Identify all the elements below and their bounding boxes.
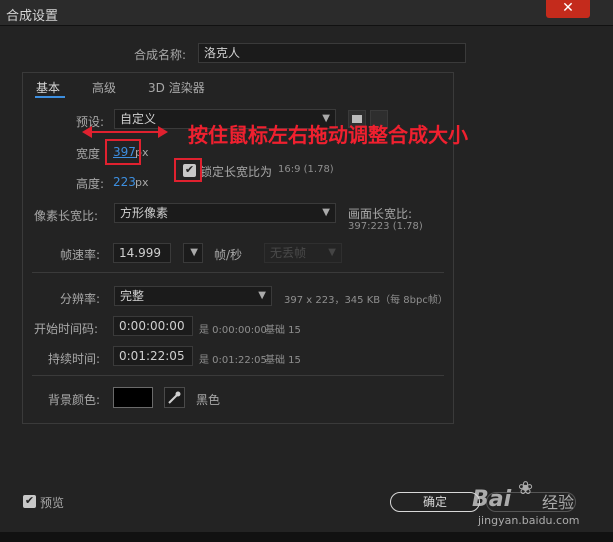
- frame-rate-label: 帧速率:: [60, 248, 101, 262]
- width-label: 宽度: [76, 147, 101, 161]
- divider: [32, 272, 444, 273]
- frame-aspect-label: 画面长宽比:: [348, 207, 413, 221]
- tab-3d-renderer[interactable]: 3D 渲染器: [148, 79, 205, 96]
- title-bar: 合成设置 ✕: [0, 0, 613, 26]
- eyedropper-button[interactable]: [164, 387, 185, 408]
- lock-aspect-label: 锁定长宽比为: [200, 165, 273, 179]
- chevron-down-icon: ▼: [328, 247, 336, 258]
- frame-rate-input[interactable]: 14.999: [113, 243, 171, 263]
- duration-base: 基础 15: [265, 355, 301, 366]
- frame-aspect-value: 397:223 (1.78): [348, 221, 423, 232]
- tab-advanced[interactable]: 高级: [92, 79, 116, 96]
- bg-color-swatch[interactable]: [113, 387, 153, 408]
- pixel-aspect-dropdown[interactable]: 方形像素 ▼: [114, 203, 336, 223]
- start-timecode-input[interactable]: 0:00:00:00: [113, 316, 193, 336]
- duration-label: 持续时间:: [48, 352, 101, 366]
- start-timecode-equals: 是 0:00:00:00: [199, 325, 267, 336]
- arrow-right-icon: [158, 126, 168, 138]
- pixel-aspect-label: 像素长宽比:: [34, 209, 99, 223]
- close-button[interactable]: ✕: [546, 0, 590, 18]
- height-unit: px: [135, 176, 149, 189]
- frame-rate-unit: 帧/秒: [214, 248, 243, 262]
- frame-rate-dropdown[interactable]: ▼: [183, 243, 203, 263]
- arrow-line: [88, 131, 160, 133]
- preview-checkbox[interactable]: ✔: [23, 495, 36, 508]
- watermark-suffix: 经验: [542, 493, 575, 512]
- comp-name-input[interactable]: 洛克人: [198, 43, 466, 63]
- checkbox-highlight-box: [174, 158, 202, 182]
- bg-color-label: 背景颜色:: [48, 393, 101, 407]
- preset-value: 自定义: [120, 112, 157, 126]
- resolution-value: 完整: [120, 289, 145, 303]
- window-title: 合成设置: [6, 9, 59, 24]
- height-value[interactable]: 223: [113, 175, 136, 189]
- resolution-label: 分辨率:: [60, 292, 101, 306]
- ok-button[interactable]: 确定: [390, 492, 480, 512]
- tab-basic[interactable]: 基本: [36, 79, 60, 96]
- chevron-down-icon: ▼: [322, 207, 330, 218]
- watermark-brand: Bai: [472, 487, 512, 512]
- bottom-strip: [0, 532, 613, 542]
- height-label: 高度:: [76, 177, 105, 191]
- start-timecode-label: 开始时间码:: [34, 322, 99, 336]
- watermark-url: jingyan.baidu.com: [478, 514, 580, 527]
- eyedropper-icon: [168, 391, 181, 404]
- divider: [32, 375, 444, 376]
- arrow-left-icon: [82, 126, 92, 138]
- annotation-text: 按住鼠标左右拖动调整合成大小: [188, 123, 468, 147]
- resolution-dropdown[interactable]: 完整 ▼: [114, 286, 272, 306]
- paw-icon: ❀: [518, 478, 534, 499]
- width-highlight-box: [105, 139, 141, 165]
- comp-name-label: 合成名称:: [134, 48, 187, 62]
- duration-equals: 是 0:01:22:05: [199, 355, 267, 366]
- preview-label: 预览: [40, 496, 65, 510]
- drop-frame-dropdown: 无丢帧 ▼: [264, 243, 342, 263]
- bg-color-name: 黑色: [196, 393, 221, 407]
- pixel-aspect-value: 方形像素: [120, 206, 169, 220]
- resolution-info: 397 x 223，345 KB（每 8bpc帧）: [284, 295, 448, 306]
- duration-input[interactable]: 0:01:22:05: [113, 346, 193, 366]
- drop-frame-value: 无丢帧: [270, 246, 307, 260]
- chevron-down-icon: ▼: [258, 290, 266, 301]
- comp-settings-dialog: 合成设置 ✕ 合成名称: 洛克人 基本 高级 3D 渲染器 预设: 自定义 ▼ …: [0, 0, 613, 542]
- chevron-down-icon: ▼: [190, 247, 198, 258]
- start-timecode-base: 基础 15: [265, 325, 301, 336]
- active-tab-indicator: [35, 96, 65, 98]
- lock-aspect-ratio: 16:9 (1.78): [278, 164, 334, 175]
